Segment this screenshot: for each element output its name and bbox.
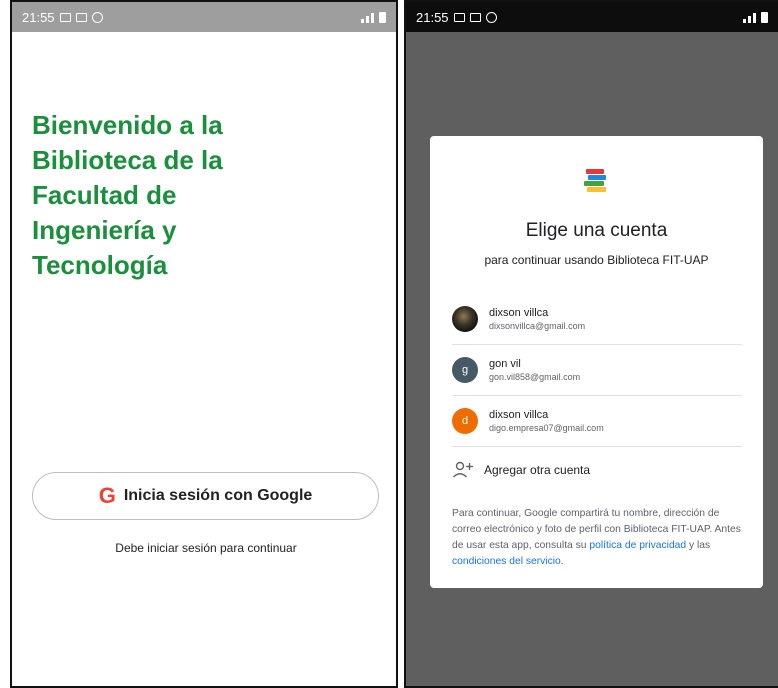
status-bar: 21:55 bbox=[12, 2, 396, 32]
gallery-notification-icon bbox=[59, 12, 71, 22]
account-item[interactable]: g gon vil gon.vil858@gmail.com bbox=[452, 345, 742, 396]
dialog-subtitle: para continuar usando Biblioteca FIT-UAP bbox=[484, 253, 709, 267]
screen-notification-icon bbox=[469, 12, 481, 22]
disclaimer-text: y las bbox=[686, 540, 711, 551]
account-list: dixson villca dixsonvillca@gmail.com g g… bbox=[452, 294, 742, 492]
app-notification-icon bbox=[91, 11, 103, 23]
welcome-line: Ingeniería y bbox=[32, 215, 177, 245]
google-sign-in-label: Inicia sesión con Google bbox=[123, 487, 313, 504]
welcome-line: Facultad de bbox=[32, 180, 177, 210]
dialog-title: Elige una cuenta bbox=[525, 220, 668, 241]
avatar: g bbox=[452, 357, 478, 383]
welcome-line: Bienvenido a la bbox=[32, 110, 223, 140]
battery-icon bbox=[379, 11, 386, 23]
app-notification-icon bbox=[485, 11, 497, 23]
welcome-line: Biblioteca de la bbox=[32, 145, 223, 175]
status-time: 21:55 bbox=[416, 9, 449, 25]
signal-battery-icons bbox=[361, 11, 386, 23]
google-g-icon: G bbox=[98, 483, 116, 508]
privacy-disclaimer: Para continuar, Google compartirá tu nom… bbox=[452, 506, 746, 570]
privacy-policy-link[interactable]: política de privacidad bbox=[589, 540, 686, 551]
account-name: dixson villca bbox=[489, 409, 549, 421]
terms-of-service-link[interactable]: condiciones del servicio bbox=[452, 556, 561, 567]
welcome-title: Bienvenido a la Biblioteca de la Faculta… bbox=[32, 108, 332, 283]
account-item[interactable]: dixson villca dixsonvillca@gmail.com bbox=[452, 294, 742, 345]
battery-icon bbox=[761, 11, 768, 23]
account-chooser-screen: 21:55 Elige una cuenta para continuar us… bbox=[404, 0, 778, 688]
books-icon bbox=[584, 166, 608, 192]
signal-battery-icons bbox=[743, 11, 768, 23]
account-email: digo.empresa07@gmail.com bbox=[489, 423, 604, 433]
account-email: dixsonvillca@gmail.com bbox=[489, 321, 586, 331]
choose-account-dialog: Elige una cuenta para continuar usando B… bbox=[430, 136, 763, 588]
account-email: gon.vil858@gmail.com bbox=[489, 372, 581, 382]
account-item[interactable]: d dixson villca digo.empresa07@gmail.com bbox=[452, 396, 742, 447]
welcome-line: Tecnología bbox=[32, 250, 168, 280]
google-sign-in-button[interactable]: G Inicia sesión con Google bbox=[32, 472, 379, 520]
add-account-label: Agregar otra cuenta bbox=[484, 462, 591, 477]
screen-notification-icon bbox=[75, 12, 87, 22]
status-time: 21:55 bbox=[22, 9, 55, 25]
sign-in-hint: Debe iniciar sesión para continuar bbox=[115, 541, 297, 555]
gallery-notification-icon bbox=[453, 12, 465, 22]
avatar bbox=[452, 306, 478, 332]
account-name: gon vil bbox=[489, 358, 521, 370]
status-bar: 21:55 bbox=[406, 2, 778, 32]
avatar: d bbox=[452, 408, 478, 434]
account-name: dixson villca bbox=[489, 307, 549, 319]
login-screen: 21:55 Bienvenido a la Biblioteca de la F… bbox=[10, 0, 398, 688]
disclaimer-text: . bbox=[560, 556, 564, 567]
add-account-button[interactable]: Agregar otra cuenta bbox=[452, 447, 742, 492]
add-person-icon bbox=[453, 461, 473, 478]
